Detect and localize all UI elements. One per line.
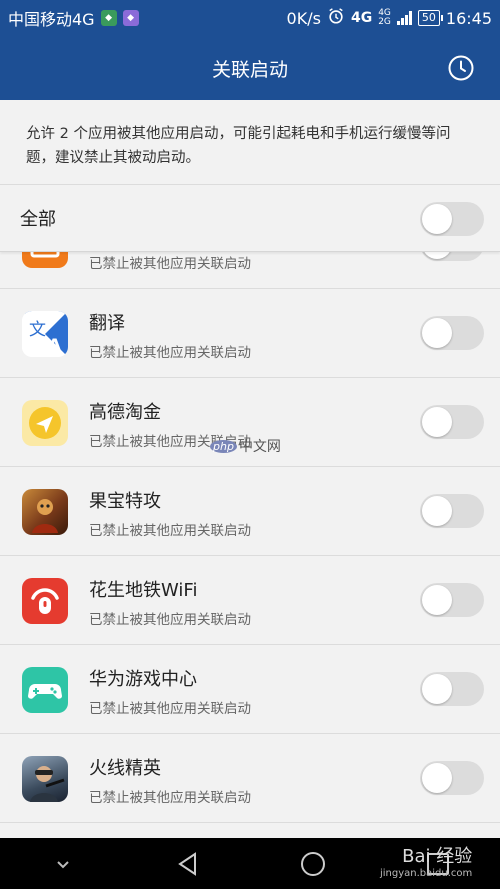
app-toggle[interactable] — [420, 761, 484, 795]
app-name: 火线精英 — [89, 758, 161, 779]
app-status: 已禁止被其他应用关联启动 — [89, 256, 251, 272]
gaode-taojin-icon — [22, 400, 68, 446]
clock-time: 16:45 — [445, 8, 492, 28]
signal-icon — [396, 11, 412, 25]
chevron-down-icon — [56, 860, 69, 868]
app-name: 果宝特攻 — [89, 491, 161, 512]
svg-text:A: A — [48, 336, 62, 356]
all-apps-row[interactable]: 全部 — [0, 184, 500, 252]
notification-app-icon-2: ◆ — [122, 10, 139, 26]
baidu-watermark-text: Bai 经验 — [402, 846, 473, 867]
network-speed: 0K/s — [286, 8, 321, 28]
app-toggle[interactable] — [420, 494, 484, 528]
home-button[interactable] — [293, 844, 333, 884]
app-name: 高德淘金 — [89, 402, 161, 423]
app-toggle[interactable] — [420, 672, 484, 706]
list-item[interactable]: 火线精英 已禁止被其他应用关联启动 — [0, 734, 500, 823]
title-bar: 关联启动 — [0, 36, 500, 100]
app-status: 已禁止被其他应用关联启动 — [89, 345, 251, 361]
app-toggle[interactable] — [420, 405, 484, 439]
app-status: 已禁止被其他应用关联启动 — [89, 612, 251, 628]
back-triangle-icon — [177, 851, 196, 876]
alarm-icon — [327, 7, 345, 29]
app-toggle[interactable] — [420, 316, 484, 350]
network-small-bottom: 2G — [378, 17, 391, 27]
orange-app-icon — [22, 252, 68, 268]
list-item[interactable]: 文A 翻译 已禁止被其他应用关联启动 — [0, 289, 500, 378]
app-list-content: 已禁止被其他应用关联启动 文A 翻译 已禁止被其他应用关联启动 高德淘金 已禁止… — [0, 252, 500, 823]
status-bar: 中国移动4G ◆ ◆ 0K/s 4G 4G 2G 50 16:45 — [0, 0, 500, 36]
list-item[interactable]: 花生地铁WiFi 已禁止被其他应用关联启动 — [0, 556, 500, 645]
toggle-knob — [422, 496, 452, 526]
translate-icon: 文A — [22, 311, 68, 357]
history-button[interactable] — [446, 53, 476, 83]
peanut-wifi-icon — [22, 578, 68, 624]
php-logo: php — [210, 439, 237, 453]
battery-level: 50 — [421, 11, 436, 24]
app-name: 翻译 — [89, 313, 125, 334]
list-item[interactable]: 果宝特攻 已禁止被其他应用关联启动 — [0, 467, 500, 556]
toggle-knob — [422, 585, 452, 615]
php-watermark: php 中文网 — [210, 436, 281, 456]
app-list[interactable]: 已禁止被其他应用关联启动 文A 翻译 已禁止被其他应用关联启动 高德淘金 已禁止… — [0, 252, 500, 838]
php-watermark-text: 中文网 — [238, 439, 281, 455]
list-item[interactable]: 已禁止被其他应用关联启动 — [0, 252, 500, 289]
all-apps-toggle[interactable] — [420, 202, 484, 236]
list-item[interactable]: 华为游戏中心 已禁止被其他应用关联启动 — [0, 645, 500, 734]
guobao-tegong-icon — [22, 489, 68, 535]
all-apps-label: 全部 — [20, 209, 56, 230]
app-toggle[interactable] — [420, 583, 484, 617]
network-type-4g: 4G — [350, 10, 373, 26]
app-status: 已禁止被其他应用关联启动 — [89, 790, 251, 806]
status-right-group: 0K/s 4G 4G 2G 50 16:45 — [287, 7, 492, 29]
toggle-knob — [422, 407, 452, 437]
toggle-knob — [422, 204, 452, 234]
toggle-knob — [422, 763, 452, 793]
svg-text:文: 文 — [29, 320, 46, 340]
battery-icon: 50 — [417, 10, 443, 26]
baidu-watermark-url: jingyan.baidu.com — [380, 868, 473, 879]
app-status: 已禁止被其他应用关联启动 — [89, 523, 251, 539]
app-status: 已禁止被其他应用关联启动 — [89, 701, 251, 717]
dual-network-label: 4G 2G — [378, 9, 391, 27]
notification-app-icon: ◆ — [100, 10, 117, 26]
description-text: 允许 2 个应用被其他应用启动，可能引起耗电和手机运行缓慢等问题，建议禁止其被动… — [0, 100, 500, 184]
app-toggle[interactable] — [420, 252, 484, 261]
huoxian-jingying-icon — [22, 756, 68, 802]
toggle-knob — [422, 674, 452, 704]
back-button[interactable] — [168, 844, 208, 884]
app-name: 华为游戏中心 — [89, 669, 197, 690]
baidu-watermark: Bai 经验 jingyan.baidu.com — [380, 842, 472, 879]
clock-icon — [448, 55, 474, 81]
app-name: 花生地铁WiFi — [89, 580, 198, 601]
toggle-knob — [422, 252, 452, 259]
gamepad-icon — [22, 667, 68, 713]
carrier-name: 中国移动4G — [8, 10, 95, 29]
home-circle-icon — [300, 851, 325, 876]
hide-navbar-button[interactable] — [43, 844, 83, 884]
page-title: 关联启动 — [211, 58, 288, 81]
toggle-knob — [422, 318, 452, 348]
carrier-group: 中国移动4G ◆ ◆ — [8, 6, 139, 30]
